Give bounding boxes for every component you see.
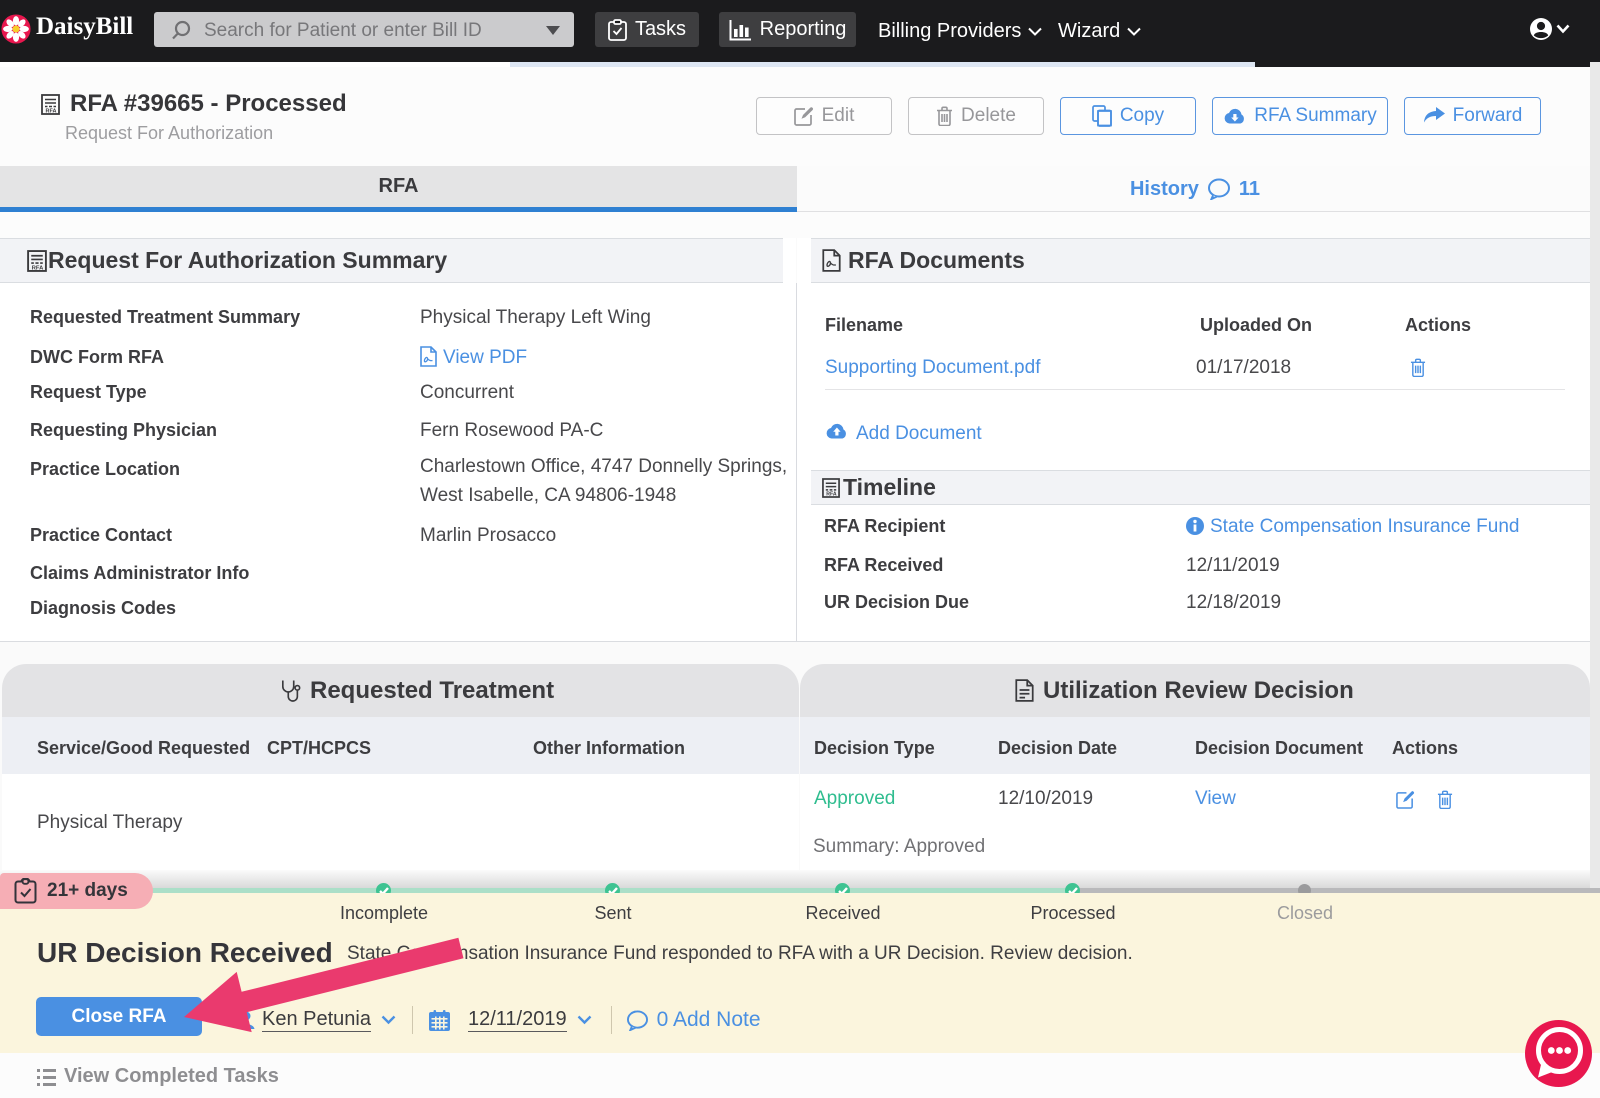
svg-text:RFA: RFA [826,491,837,497]
svg-text:RFA: RFA [46,109,57,115]
svg-text:RFA: RFA [32,265,44,271]
